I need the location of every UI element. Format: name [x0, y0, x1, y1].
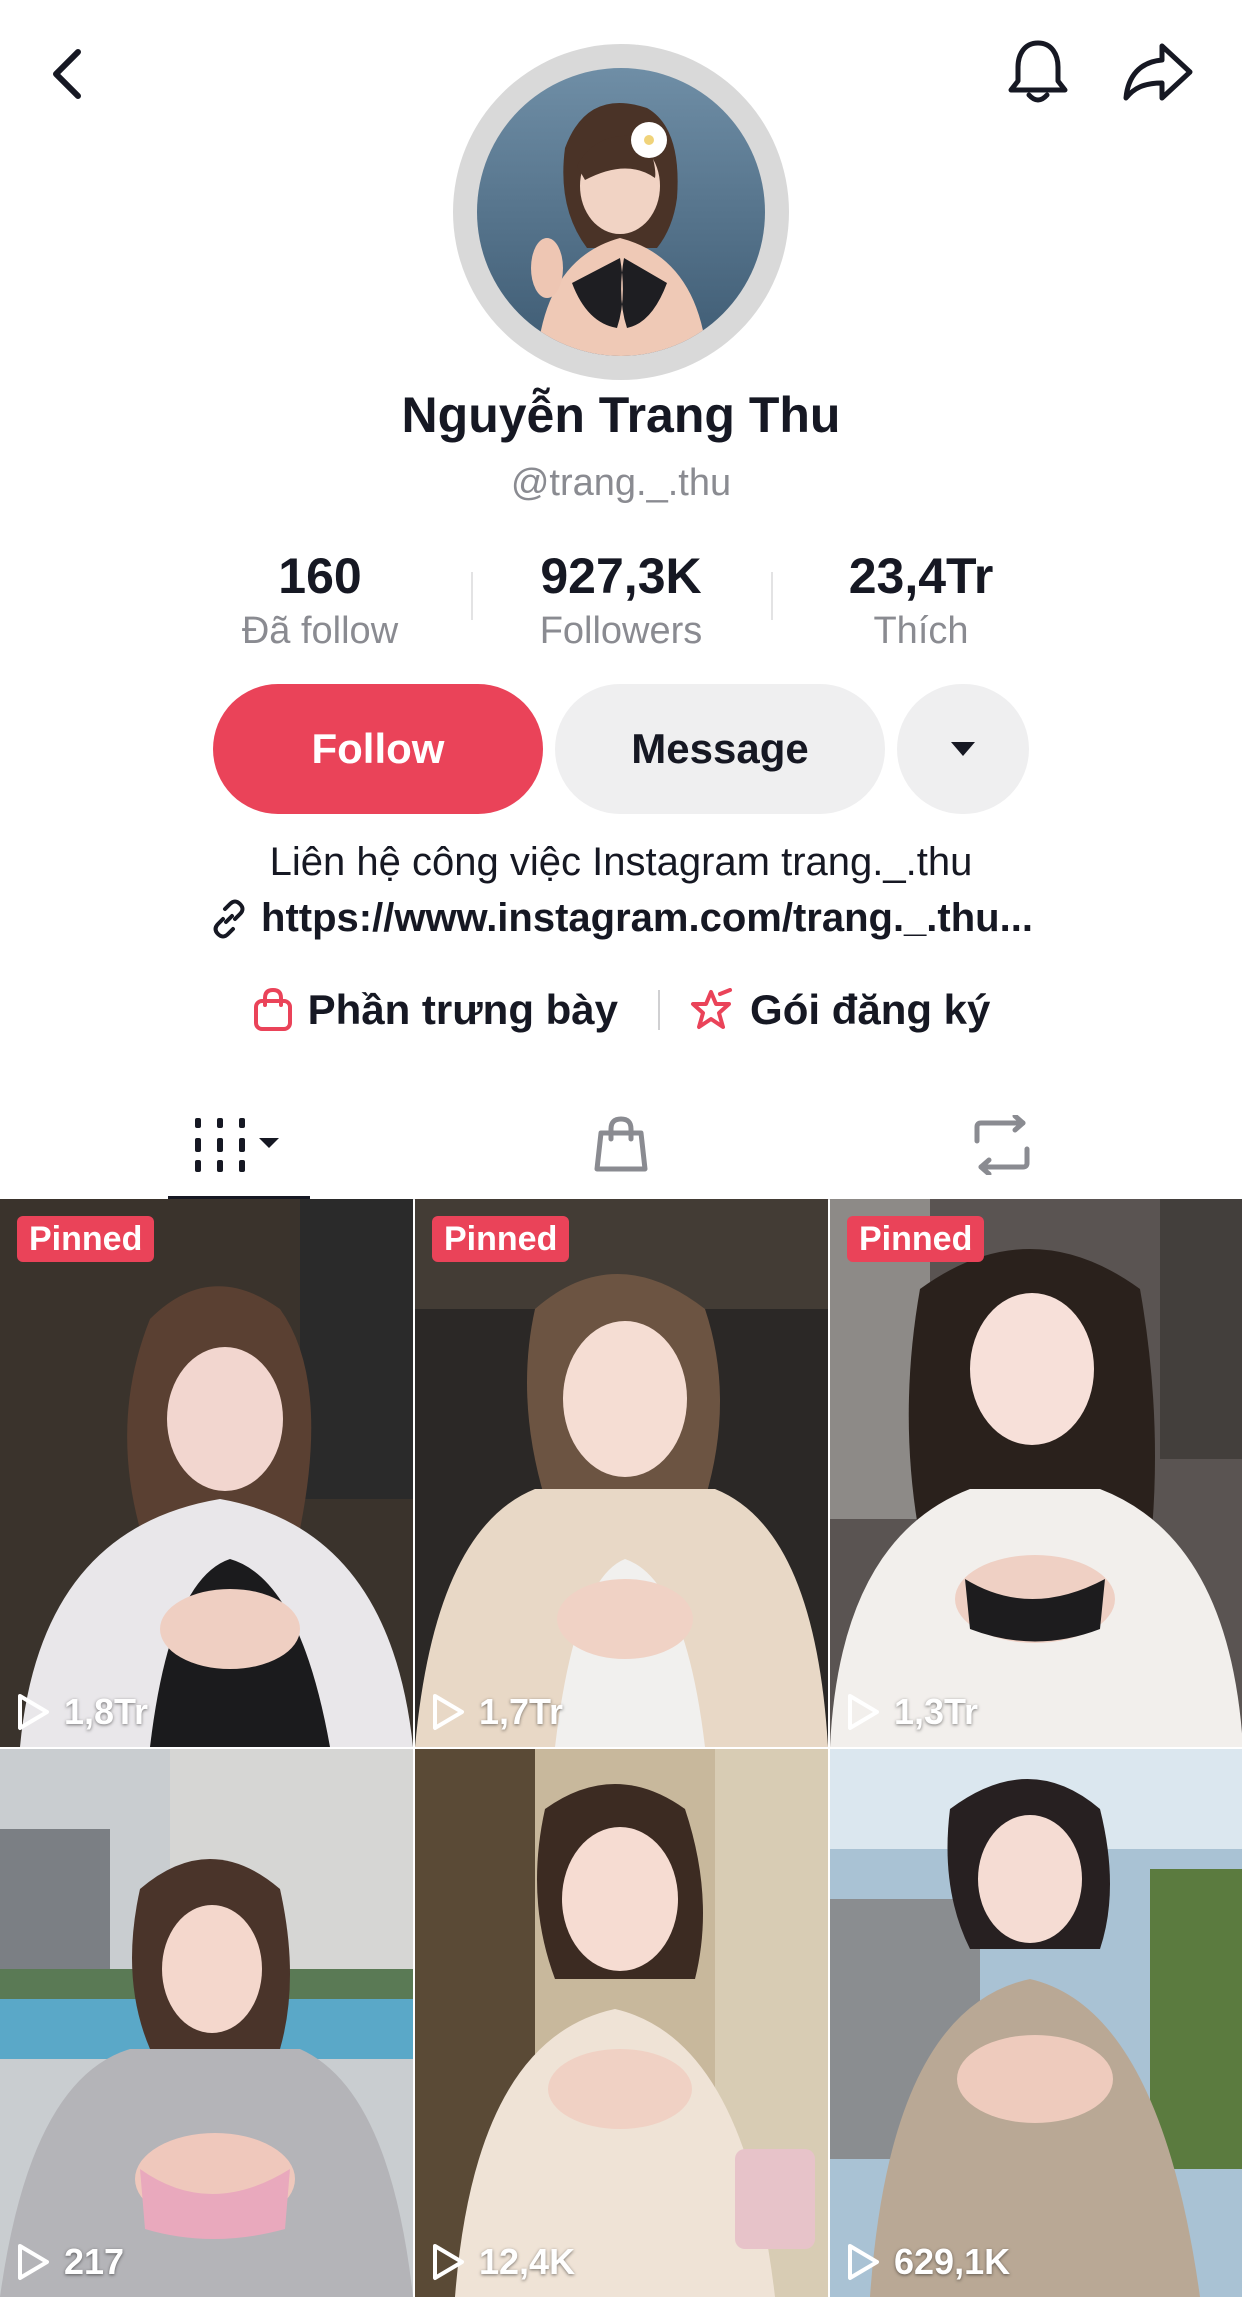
showcase-link[interactable]: Phần trưng bày	[252, 986, 618, 1034]
followers-stat[interactable]: 927,3K Followers	[471, 546, 771, 656]
view-count-text: 217	[64, 2241, 125, 2282]
video-thumbnail[interactable]: Pinned 1,3Tr	[830, 1199, 1242, 1747]
following-count: 160	[278, 548, 362, 604]
bio-text: Liên hệ công việc Instagram trang._.thu	[269, 840, 973, 884]
pinned-badge: Pinned	[847, 1216, 985, 1262]
view-count: 1,3Tr	[846, 1691, 978, 1733]
play-icon	[848, 2244, 879, 2280]
video-thumbnail[interactable]: 217	[0, 1749, 413, 2297]
back-button[interactable]	[36, 36, 100, 112]
view-count: 217	[16, 2241, 124, 2283]
pinned-badge: Pinned	[17, 1216, 155, 1262]
star-badge-icon	[691, 988, 733, 1029]
following-label: Đã follow	[241, 610, 399, 652]
share-arrow-icon	[1123, 43, 1193, 101]
pinned-badge: Pinned	[432, 1216, 570, 1262]
play-icon	[848, 1694, 879, 1730]
caret-down-icon	[951, 742, 975, 756]
view-count-text: 12,4K	[479, 2241, 576, 2282]
likes-label: Thích	[873, 610, 969, 652]
tab-reposts[interactable]	[940, 1090, 1064, 1200]
view-count: 1,8Tr	[16, 1691, 148, 1733]
view-count-text: 1,7Tr	[479, 1691, 564, 1732]
play-icon	[433, 1694, 464, 1730]
suggested-accounts-button[interactable]	[897, 684, 1029, 814]
notification-bell-button[interactable]	[998, 30, 1078, 114]
likes-stat[interactable]: 23,4Tr Thích	[771, 546, 1071, 656]
likes-count: 23,4Tr	[848, 548, 994, 604]
videos-grid-icon	[195, 1118, 279, 1172]
play-icon	[18, 2244, 49, 2280]
subscription-label: Gói đăng ký	[750, 986, 991, 1033]
video-thumbnail[interactable]: Pinned 1,8Tr	[0, 1199, 413, 1747]
follow-button[interactable]: Follow	[213, 684, 543, 814]
profile-stats: 160 Đã follow 927,3K Followers 23,4Tr Th…	[0, 546, 1242, 656]
bio-link[interactable]: https://www.instagram.com/trang._.thu...	[0, 896, 1242, 941]
video-thumbnail[interactable]: 629,1K	[830, 1749, 1242, 2297]
followers-count: 927,3K	[540, 548, 702, 604]
message-button[interactable]: Message	[555, 684, 885, 814]
video-grid: Pinned 1,8Tr Pinned 1,7Tr Pinned 1,3Tr 2…	[0, 1199, 1242, 2299]
followers-label: Followers	[539, 610, 703, 652]
shopping-bag-icon	[253, 987, 292, 1031]
video-thumbnail[interactable]: 12,4K	[415, 1749, 828, 2297]
view-count: 12,4K	[431, 2241, 575, 2283]
video-thumbnail[interactable]: Pinned 1,7Tr	[415, 1199, 828, 1747]
profile-name: Nguyễn Trang Thu	[401, 387, 841, 443]
view-count: 629,1K	[846, 2241, 1010, 2283]
view-count: 1,7Tr	[431, 1691, 563, 1733]
showcase-label: Phần trưng bày	[307, 986, 619, 1033]
subscription-link[interactable]: Gói đăng ký	[686, 986, 990, 1034]
play-icon	[433, 2244, 464, 2280]
view-count-text: 1,3Tr	[894, 1691, 979, 1732]
profile-features: Phần trưng bày Gói đăng ký	[0, 986, 1242, 1034]
shopping-bag-icon	[594, 1116, 648, 1172]
view-count-text: 1,8Tr	[64, 1691, 149, 1732]
bell-icon	[1008, 40, 1068, 103]
bio-link-text: https://www.instagram.com/trang._.thu...	[261, 896, 1033, 940]
tab-shop[interactable]	[560, 1090, 682, 1200]
play-icon	[18, 1694, 49, 1730]
chevron-left-icon	[53, 49, 81, 99]
content-tabs	[0, 1090, 1242, 1201]
profile-handle: @trang._.thu	[510, 462, 732, 504]
avatar[interactable]	[477, 68, 765, 356]
share-button[interactable]	[1116, 34, 1200, 110]
feature-divider	[658, 990, 661, 1030]
view-count-text: 629,1K	[894, 2241, 1011, 2282]
link-icon	[213, 899, 245, 938]
tab-videos[interactable]	[168, 1090, 310, 1200]
repost-icon	[974, 1115, 1030, 1175]
following-stat[interactable]: 160 Đã follow	[170, 546, 470, 656]
